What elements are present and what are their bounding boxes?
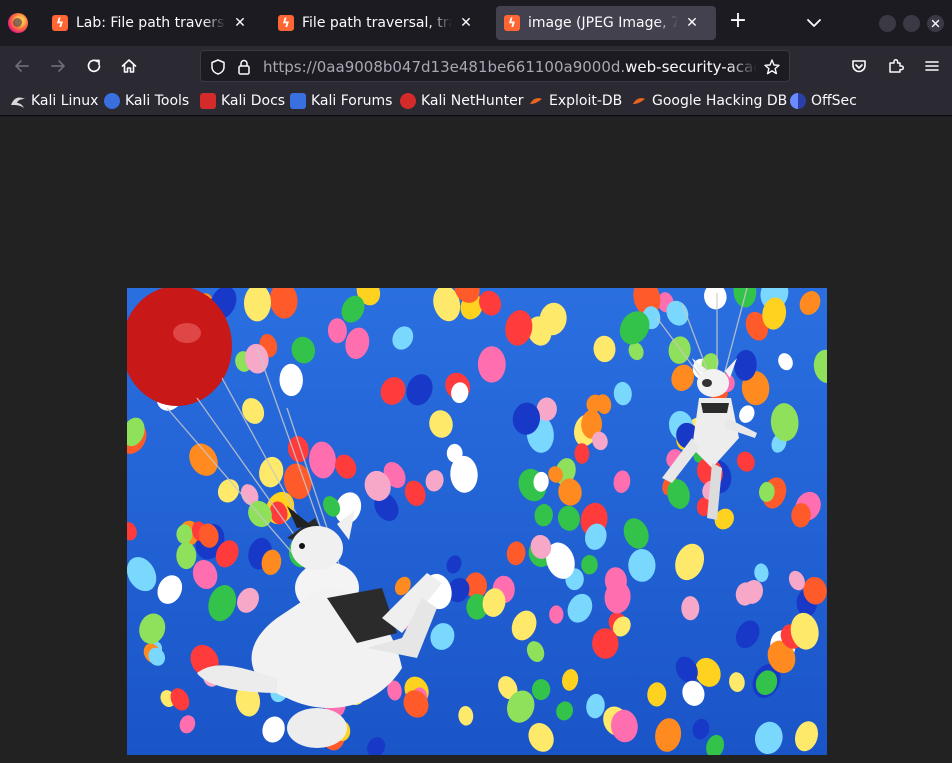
bookmark-kali-nethunter[interactable]: Kali NetHunter: [400, 92, 523, 110]
bookmark-exploit-db[interactable]: Exploit-DB: [528, 92, 622, 110]
close-icon: [931, 19, 940, 28]
kali-nethunter-icon: [400, 93, 416, 109]
lock-icon[interactable]: [235, 58, 253, 76]
pocket-button[interactable]: [847, 54, 871, 78]
close-tab-icon[interactable]: ✕: [232, 15, 248, 31]
bookmark-offsec[interactable]: OffSec: [790, 92, 857, 110]
url-host: web-security-academy.net: [625, 58, 757, 76]
address-bar[interactable]: https://0aa9008b047d13e481be661100a9000d…: [200, 50, 790, 82]
bookmarks-toolbar: Kali Linux Kali Tools Kali Docs Kali For…: [0, 86, 952, 116]
reload-button[interactable]: [82, 54, 106, 78]
tab-title: Lab: File path traversal, traversal sequ…: [76, 15, 226, 31]
bookmark-label: Kali Forums: [311, 93, 393, 109]
home-icon: [121, 59, 137, 73]
bookmark-label: Kali NetHunter: [421, 93, 524, 109]
hamburger-menu-icon: [925, 61, 939, 71]
kali-docs-icon: [200, 93, 216, 109]
portswigger-favicon-icon: ϟ: [278, 15, 294, 31]
balloon: [681, 596, 700, 621]
extensions-button[interactable]: [884, 54, 908, 78]
displayed-jpeg-image[interactable]: [127, 288, 827, 755]
maximize-window-button[interactable]: [903, 15, 920, 32]
kali-tools-icon: [104, 93, 120, 109]
bookmark-label: OffSec: [811, 93, 857, 109]
close-tab-icon[interactable]: ✕: [684, 15, 700, 31]
offsec-icon: [790, 93, 806, 109]
bookmark-kali-tools[interactable]: Kali Tools: [104, 92, 189, 110]
balloon: [477, 346, 506, 383]
app-menu-button[interactable]: [920, 54, 944, 78]
home-button[interactable]: [117, 54, 141, 78]
close-tab-icon[interactable]: ✕: [458, 15, 474, 31]
bookmark-kali-forums[interactable]: Kali Forums: [290, 92, 392, 110]
image-viewer-page: [0, 117, 952, 763]
bookmark-google-hacking-db[interactable]: Google Hacking DB: [631, 92, 787, 110]
portswigger-favicon-icon: ϟ: [52, 15, 68, 31]
exploit-db-icon: [528, 93, 544, 109]
bookmark-label: Exploit-DB: [549, 93, 623, 109]
pocket-icon: [852, 60, 866, 73]
tab-lab-file-path-traversal[interactable]: ϟ Lab: File path traversal, traversal se…: [44, 6, 264, 40]
tab-strip: ϟ Lab: File path traversal, traversal se…: [0, 0, 952, 46]
tab-title: File path traversal, traversal sequences: [302, 15, 452, 31]
arrow-left-icon: [15, 60, 29, 72]
list-all-tabs-button[interactable]: [804, 13, 824, 33]
bookmark-label: Kali Tools: [125, 93, 190, 109]
forward-button[interactable]: [46, 54, 70, 78]
arrow-right-icon: [51, 60, 65, 72]
balloon: [176, 542, 197, 570]
close-window-button[interactable]: [927, 15, 944, 32]
bookmark-kali-linux[interactable]: Kali Linux: [10, 92, 98, 110]
tab-title: image (JPEG Image, 700 × 467 pixels): [528, 15, 678, 31]
bookmark-kali-docs[interactable]: Kali Docs: [200, 92, 285, 110]
chevron-down-icon: [807, 19, 821, 27]
url-text[interactable]: https://0aa9008b047d13e481be661100a9000d…: [263, 58, 757, 76]
kali-forums-icon: [290, 93, 306, 109]
portswigger-favicon-icon: ϟ: [504, 15, 520, 31]
minimize-window-button[interactable]: [879, 15, 896, 32]
ghdb-icon: [631, 93, 647, 109]
back-button[interactable]: [10, 54, 34, 78]
tab-image-jpeg[interactable]: ϟ image (JPEG Image, 700 × 467 pixels) ✕: [496, 6, 716, 40]
new-tab-button[interactable]: +: [727, 10, 749, 33]
kali-dragon-icon: [10, 93, 26, 109]
dogs-floating-with-balloons-picture: [127, 288, 827, 755]
firefox-menu-icon[interactable]: [8, 13, 28, 33]
bookmark-star-icon[interactable]: [763, 58, 781, 76]
tab-file-path-traversal[interactable]: ϟ File path traversal, traversal sequenc…: [270, 6, 490, 40]
bookmark-label: Kali Docs: [221, 93, 286, 109]
bookmark-label: Kali Linux: [31, 93, 99, 109]
tracking-protection-shield-icon[interactable]: [209, 58, 227, 76]
navigation-toolbar: https://0aa9008b047d13e481be661100a9000d…: [0, 46, 952, 86]
reload-icon: [87, 59, 101, 73]
puzzle-piece-icon: [889, 58, 905, 73]
url-prefix: https://0aa9008b047d13e481be661100a9000d…: [263, 58, 626, 76]
bookmark-label: Google Hacking DB: [652, 93, 788, 109]
